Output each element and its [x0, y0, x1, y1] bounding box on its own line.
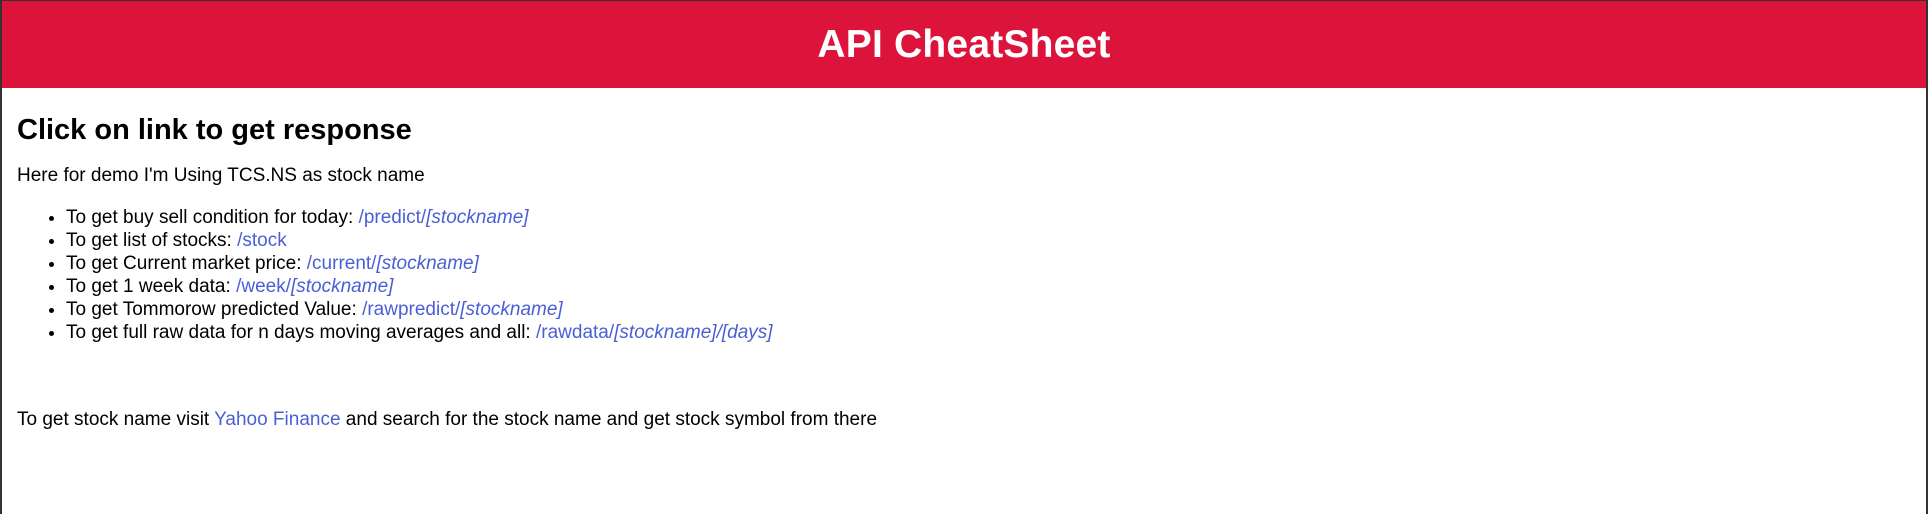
stock-link[interactable]: /stock: [237, 230, 287, 251]
footer-text-after: and search for the stock name and get st…: [340, 409, 878, 430]
current-link[interactable]: /current/[stockname]: [307, 253, 479, 274]
endpoint-param: [stockname]: [426, 207, 529, 228]
endpoint-param: [stockname]: [290, 276, 394, 297]
endpoint-description: To get 1 week data:: [66, 276, 237, 297]
list-item: To get 1 week data: /week/[stockname]: [66, 275, 1926, 298]
list-item: To get buy sell condition for today: /pr…: [66, 206, 1926, 229]
rawdata-link[interactable]: /rawdata/[stockname]/[days]: [536, 322, 773, 343]
section-heading: Click on link to get response: [17, 114, 412, 146]
endpoint-description: To get buy sell condition for today:: [66, 207, 359, 228]
endpoint-path: /stock: [237, 230, 287, 251]
list-item: To get Current market price: /current/[s…: [66, 252, 1926, 275]
endpoint-path: /predict/: [358, 207, 427, 228]
endpoint-param: [stockname]: [376, 253, 479, 274]
list-item: To get full raw data for n days moving a…: [66, 321, 1926, 344]
browser-viewport: API CheatSheet Click on link to get resp…: [0, 0, 1928, 514]
endpoint-description: To get list of stocks:: [66, 230, 238, 251]
endpoint-description: To get Tommorow predicted Value:: [66, 299, 363, 320]
list-item: To get list of stocks: /stock: [66, 229, 1926, 252]
footer-text: To get stock name visit Yahoo Finance an…: [17, 409, 1926, 431]
week-link[interactable]: /week/[stockname]: [236, 276, 393, 297]
yahoo-finance-link[interactable]: Yahoo Finance: [214, 409, 340, 430]
main-content: Click on link to get response Here for d…: [2, 114, 1926, 431]
page-header: API CheatSheet: [2, 0, 1926, 88]
endpoint-path: /rawdata/: [535, 322, 615, 343]
endpoint-path: /week/: [236, 276, 291, 297]
footer-text-before: To get stock name visit: [17, 409, 215, 430]
rawpredict-link[interactable]: /rawpredict/[stockname]: [362, 299, 563, 320]
endpoint-path: /rawpredict/: [362, 299, 461, 320]
endpoint-param: [stockname]: [460, 299, 563, 320]
endpoint-list: To get buy sell condition for today: /pr…: [17, 206, 1926, 344]
page-title: API CheatSheet: [817, 22, 1111, 66]
intro-text: Here for demo I'm Using TCS.NS as stock …: [17, 165, 425, 186]
endpoint-description: To get full raw data for n days moving a…: [66, 322, 536, 343]
endpoint-path: /current/: [306, 253, 377, 274]
endpoint-param: [stockname]/[days]: [614, 322, 773, 343]
predict-link[interactable]: /predict/[stockname]: [359, 207, 529, 228]
endpoint-description: To get Current market price:: [66, 253, 307, 274]
list-item: To get Tommorow predicted Value: /rawpre…: [66, 298, 1926, 321]
